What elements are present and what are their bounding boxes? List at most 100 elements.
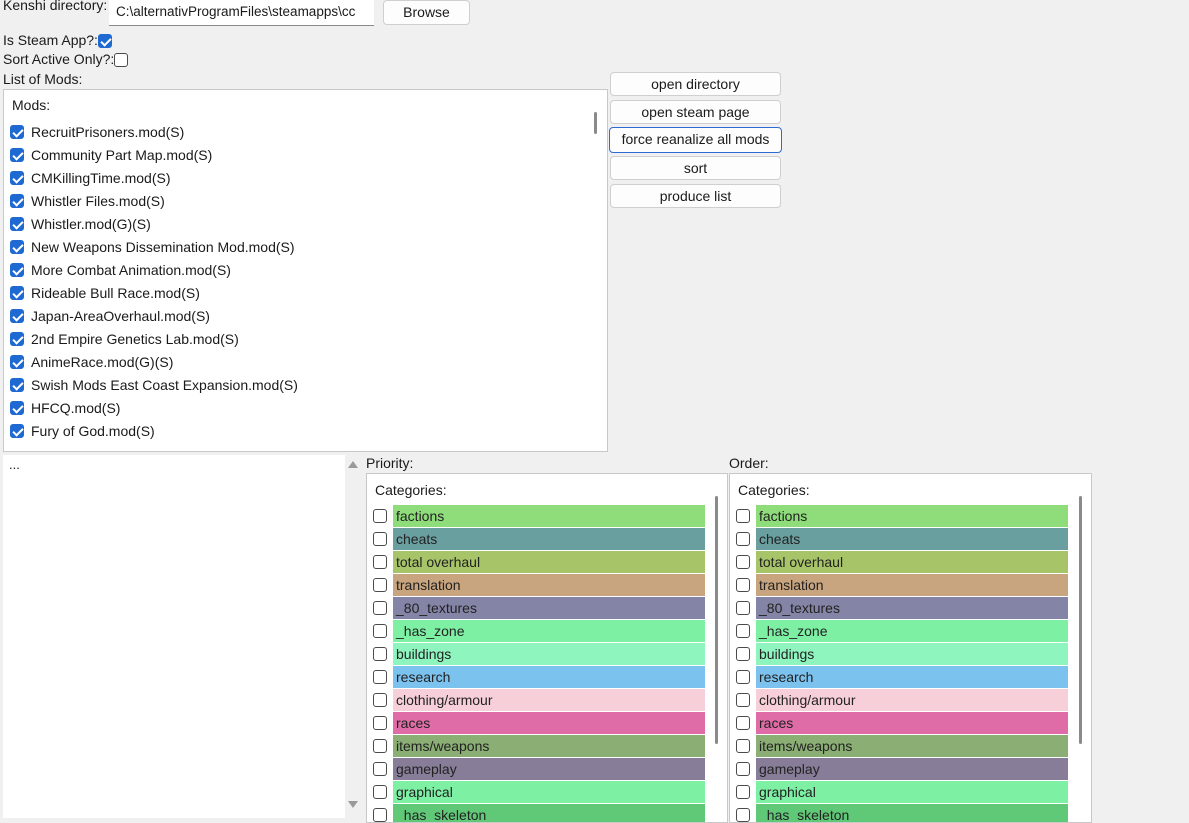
priority-category-item[interactable]: clothing/armour [373, 689, 705, 711]
order-category-item[interactable]: buildings [736, 643, 1068, 665]
mod-list-item[interactable]: Swish Mods East Coast Expansion.mod(S) [10, 374, 298, 396]
mod-list-item[interactable]: RecruitPrisoners.mod(S) [10, 121, 184, 143]
priority-category-item[interactable]: buildings [373, 643, 705, 665]
priority-category-checkbox[interactable] [373, 670, 387, 684]
order-category-checkbox[interactable] [736, 624, 750, 638]
priority-category-item[interactable]: races [373, 712, 705, 734]
order-categories-panel[interactable]: Categories: factions cheats total overhaul… [729, 473, 1092, 823]
order-category-checkbox[interactable] [736, 693, 750, 707]
order-category-item[interactable]: translation [736, 574, 1068, 596]
order-category-item[interactable]: _has_zone [736, 620, 1068, 642]
priority-category-item[interactable]: cheats [373, 528, 705, 550]
sort-button[interactable]: sort [610, 156, 781, 180]
mod-list-item[interactable]: Fury of God.mod(S) [10, 420, 155, 442]
order-category-checkbox[interactable] [736, 601, 750, 615]
priority-category-checkbox[interactable] [373, 555, 387, 569]
mod-list-item[interactable]: Community Part Map.mod(S) [10, 144, 212, 166]
priority-categories-panel[interactable]: Categories: factions cheats total overhaul… [366, 473, 728, 823]
order-category-checkbox[interactable] [736, 532, 750, 546]
priority-category-item[interactable]: _has_zone [373, 620, 705, 642]
mod-checkbox[interactable] [10, 125, 24, 139]
mod-checkbox[interactable] [10, 286, 24, 300]
priority-category-checkbox[interactable] [373, 693, 387, 707]
order-category-item[interactable]: _has_skeleton [736, 804, 1068, 822]
priority-category-checkbox[interactable] [373, 647, 387, 661]
priority-category-item[interactable]: _has_skeleton [373, 804, 705, 822]
order-category-checkbox[interactable] [736, 808, 750, 822]
mod-list-item[interactable]: AnimeRace.mod(G)(S) [10, 351, 173, 373]
order-category-checkbox[interactable] [736, 670, 750, 684]
priority-category-checkbox[interactable] [373, 509, 387, 523]
priority-category-item[interactable]: gameplay [373, 758, 705, 780]
kenshi-directory-input[interactable]: C:\alternativProgramFiles\steamapps\cc [109, 0, 374, 26]
mod-checkbox[interactable] [10, 355, 24, 369]
mod-checkbox[interactable] [10, 332, 24, 346]
priority-category-item[interactable]: research [373, 666, 705, 688]
open-steam-page-button[interactable]: open steam page [610, 100, 781, 124]
mod-checkbox[interactable] [10, 401, 24, 415]
order-category-checkbox[interactable] [736, 509, 750, 523]
mod-checkbox[interactable] [10, 240, 24, 254]
order-category-checkbox[interactable] [736, 716, 750, 730]
priority-category-checkbox[interactable] [373, 532, 387, 546]
order-category-checkbox[interactable] [736, 578, 750, 592]
mod-checkbox[interactable] [10, 378, 24, 392]
order-category-item[interactable]: races [736, 712, 1068, 734]
priority-category-checkbox[interactable] [373, 808, 387, 822]
priority-scrollbar[interactable] [715, 496, 718, 744]
mod-list-item[interactable]: CMKillingTime.mod(S) [10, 167, 171, 189]
open-directory-button[interactable]: open directory [610, 72, 781, 96]
priority-category-item[interactable]: translation [373, 574, 705, 596]
log-text-area[interactable]: ... [3, 455, 345, 818]
mod-list-item[interactable]: HFCQ.mod(S) [10, 397, 120, 419]
mod-list-item[interactable]: More Combat Animation.mod(S) [10, 259, 231, 281]
mod-list-item[interactable]: Rideable Bull Race.mod(S) [10, 282, 200, 304]
mod-list-item[interactable]: Whistler Files.mod(S) [10, 190, 165, 212]
order-category-item[interactable]: clothing/armour [736, 689, 1068, 711]
order-category-item[interactable]: total overhaul [736, 551, 1068, 573]
order-category-checkbox[interactable] [736, 555, 750, 569]
priority-category-checkbox[interactable] [373, 716, 387, 730]
scroll-up-arrow-icon[interactable] [348, 461, 358, 468]
mod-list-item[interactable]: 2nd Empire Genetics Lab.mod(S) [10, 328, 239, 350]
produce-list-button[interactable]: produce list [610, 184, 781, 208]
order-category-checkbox[interactable] [736, 647, 750, 661]
priority-category-checkbox[interactable] [373, 624, 387, 638]
order-category-checkbox[interactable] [736, 785, 750, 799]
browse-button[interactable]: Browse [383, 0, 470, 25]
steam-app-checkbox[interactable] [97, 34, 112, 49]
mod-list-item[interactable]: Japan-AreaOverhaul.mod(S) [10, 305, 210, 327]
mod-checkbox[interactable] [10, 263, 24, 277]
force-reanalize-button[interactable]: force reanalize all mods [609, 127, 782, 153]
priority-category-checkbox[interactable] [373, 601, 387, 615]
sort-active-checkbox[interactable] [114, 53, 129, 68]
order-category-item[interactable]: research [736, 666, 1068, 688]
order-category-checkbox[interactable] [736, 739, 750, 753]
mod-checkbox[interactable] [10, 424, 24, 438]
scroll-down-arrow-icon[interactable] [348, 801, 358, 808]
mod-checkbox[interactable] [10, 194, 24, 208]
priority-category-item[interactable]: _80_textures [373, 597, 705, 619]
order-category-item[interactable]: cheats [736, 528, 1068, 550]
mod-checkbox[interactable] [10, 171, 24, 185]
priority-category-item[interactable]: total overhaul [373, 551, 705, 573]
order-category-item[interactable]: _80_textures [736, 597, 1068, 619]
mod-list-item[interactable]: New Weapons Dissemination Mod.mod(S) [10, 236, 295, 258]
order-category-item[interactable]: graphical [736, 781, 1068, 803]
priority-category-checkbox[interactable] [373, 578, 387, 592]
priority-category-item[interactable]: graphical [373, 781, 705, 803]
order-category-item[interactable]: factions [736, 505, 1068, 527]
order-scrollbar[interactable] [1079, 496, 1082, 744]
priority-category-checkbox[interactable] [373, 739, 387, 753]
priority-category-checkbox[interactable] [373, 762, 387, 776]
mod-list-item[interactable]: Whistler.mod(G)(S) [10, 213, 151, 235]
order-category-item[interactable]: gameplay [736, 758, 1068, 780]
mod-checkbox[interactable] [10, 148, 24, 162]
log-scrollbar[interactable] [345, 455, 361, 818]
mods-list-panel[interactable]: Mods: RecruitPrisoners.mod(S) Community P… [3, 89, 608, 452]
mod-checkbox[interactable] [10, 217, 24, 231]
priority-category-checkbox[interactable] [373, 785, 387, 799]
priority-category-item[interactable]: items/weapons [373, 735, 705, 757]
order-category-item[interactable]: items/weapons [736, 735, 1068, 757]
mods-scrollbar[interactable] [594, 112, 597, 134]
